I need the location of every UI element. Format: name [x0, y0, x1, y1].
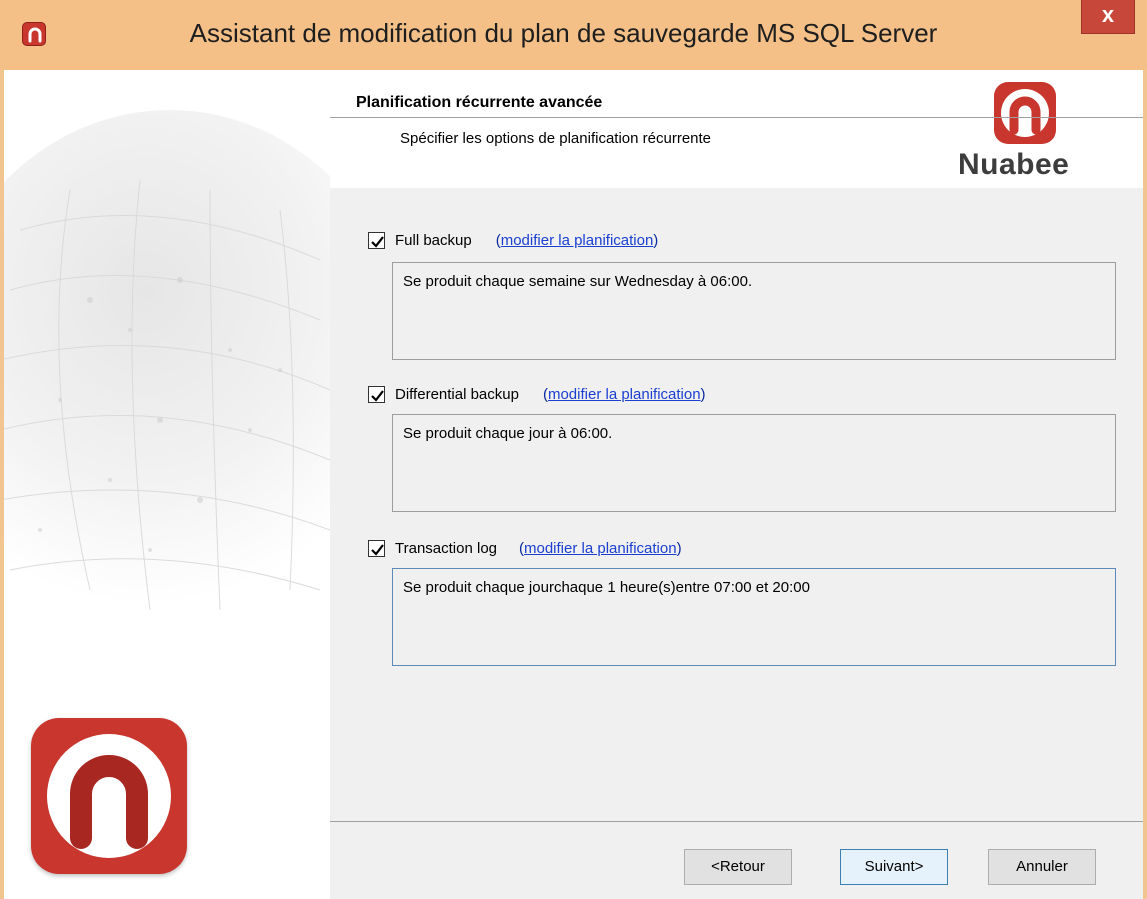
left-banner — [0, 70, 330, 899]
page-subtitle: Spécifier les options de planification r… — [400, 130, 712, 147]
nuabee-brand-logo: Nuabee — [952, 78, 1072, 188]
differential-backup-schedule-link-wrap: (modifier la planification) — [543, 386, 706, 403]
page-title: Planification récurrente avancée — [356, 94, 603, 111]
wizard-window: Assistant de modification du plan de sau… — [0, 0, 1147, 899]
cancel-button[interactable]: Annuler — [988, 849, 1096, 885]
window-title: Assistant de modification du plan de sau… — [189, 18, 938, 48]
nuabee-logo-mark-icon — [994, 82, 1056, 144]
back-button[interactable]: <Retour — [684, 849, 792, 885]
full-backup-description: Se produit chaque semaine sur Wednesday … — [392, 262, 1116, 360]
link-close-paren: ) — [653, 231, 659, 249]
transaction-log-schedule-link-wrap: (modifier la planification) — [519, 540, 682, 557]
transaction-log-description[interactable]: Se produit chaque jourchaque 1 heure(s)e… — [392, 568, 1116, 666]
differential-backup-row: Differential backup (modifier la planifi… — [368, 382, 706, 406]
nuabee-large-logo-icon — [31, 718, 187, 874]
full-backup-row: Full backup (modifier la planification) — [368, 228, 658, 252]
title-bar[interactable]: Assistant de modification du plan de sau… — [0, 0, 1147, 70]
transaction-log-label[interactable]: Transaction log — [395, 540, 497, 557]
differential-backup-description: Se produit chaque jour à 06:00. — [392, 414, 1116, 512]
full-backup-modify-schedule-link[interactable]: modifier la planification — [501, 232, 654, 249]
transaction-log-row: Transaction log (modifier la planificati… — [368, 536, 682, 560]
differential-backup-label[interactable]: Differential backup — [395, 386, 519, 403]
transaction-log-modify-schedule-link[interactable]: modifier la planification — [524, 540, 677, 557]
wizard-header: Planification récurrente avancée Spécifi… — [330, 70, 1147, 188]
link-close-paren: ) — [676, 539, 682, 557]
full-backup-schedule-link-wrap: (modifier la planification) — [496, 232, 659, 249]
brand-name: Nuabee — [958, 148, 1070, 181]
transaction-log-checkbox[interactable] — [368, 539, 385, 557]
differential-backup-checkbox[interactable] — [368, 385, 385, 403]
header-divider — [330, 117, 1147, 118]
next-button[interactable]: Suivant> — [840, 849, 948, 885]
close-button[interactable]: x — [1081, 0, 1135, 34]
differential-backup-modify-schedule-link[interactable]: modifier la planification — [548, 386, 701, 403]
full-backup-checkbox[interactable] — [368, 231, 385, 249]
full-backup-label[interactable]: Full backup — [395, 232, 472, 249]
wizard-footer: <Retour Suivant> Annuler — [330, 822, 1147, 899]
window-frame-left — [0, 70, 4, 899]
schedule-options-panel: Full backup (modifier la planification) … — [330, 188, 1147, 821]
link-close-paren: ) — [700, 385, 706, 403]
window-frame-right — [1143, 70, 1147, 899]
